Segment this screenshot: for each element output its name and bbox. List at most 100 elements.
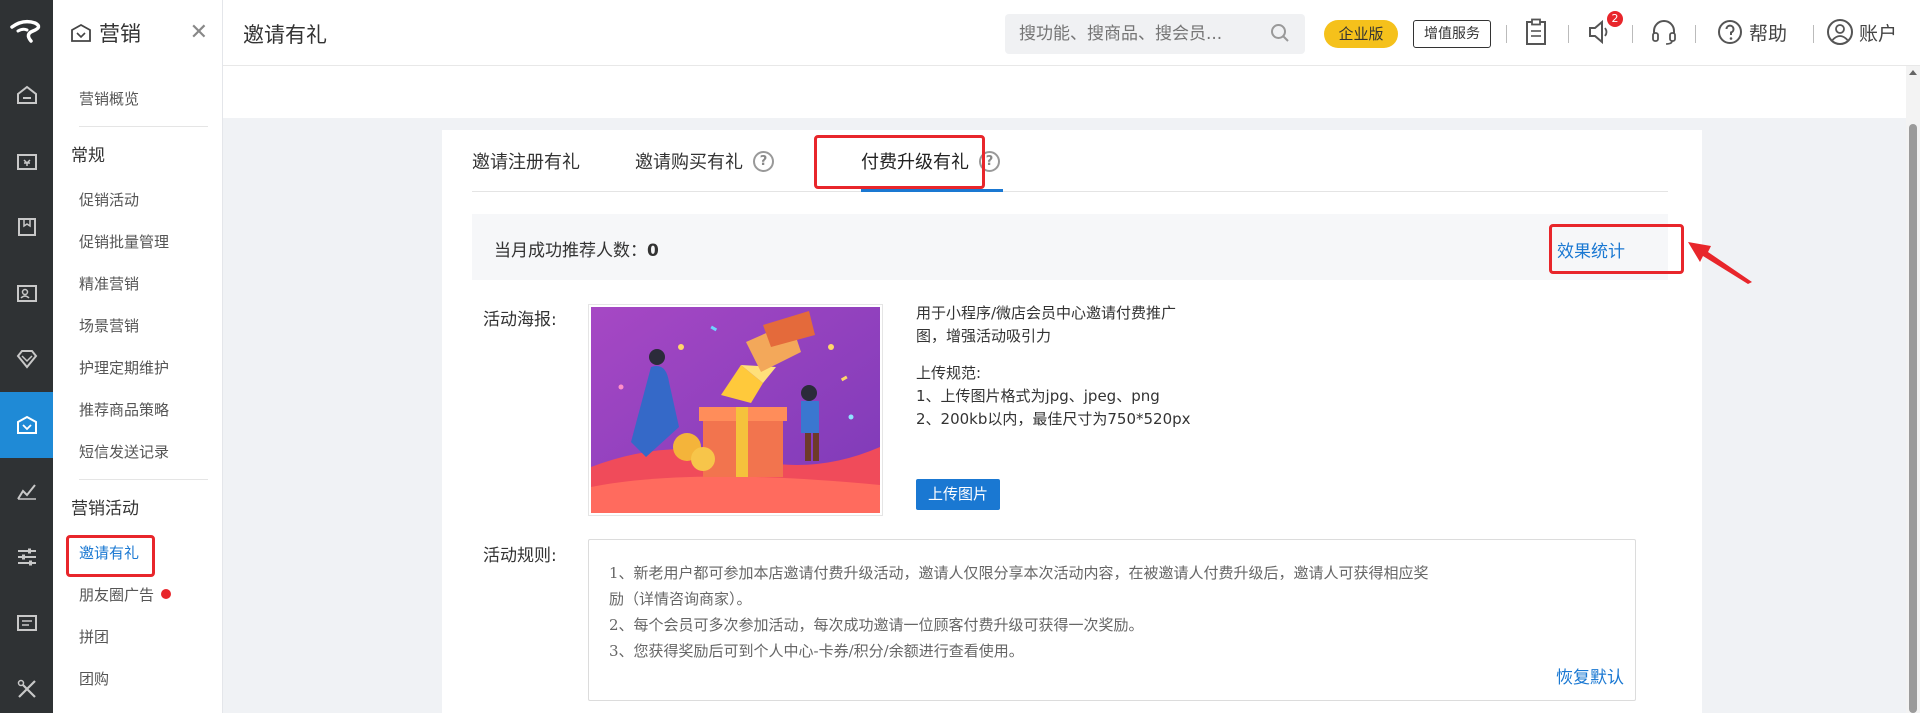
rail-marketing[interactable] [0,392,53,458]
logo-icon [9,19,40,43]
app-logo[interactable] [0,0,53,62]
highlight-box [1549,224,1684,274]
value-added-service-button[interactable]: 增值服务 [1413,20,1491,48]
rules-line: 2、每个会员可多次参加活动，每次成功邀请一位顾客付费升级可获得一次奖励。 [609,616,1144,634]
submenu-item-precision-marketing[interactable]: 精准营销 [53,263,222,305]
diamond-icon [16,350,37,369]
notification-badge: 2 [1607,11,1623,27]
rail-settings[interactable] [0,524,53,590]
rules-textarea[interactable]: 1、新老用户都可参加本店邀请付费升级活动，邀请人仅限分享本次活动内容，在被邀请人… [588,539,1636,701]
rail-tools[interactable] [0,656,53,713]
submenu-item-batch-promotion[interactable]: 促销批量管理 [53,221,222,263]
page-title: 邀请有礼 [243,23,327,47]
submenu-header: 营销 ✕ [53,0,222,66]
referral-label-text: 当月成功推荐人数： [494,241,647,261]
home-icon [16,85,37,104]
rail-vip[interactable] [0,326,53,392]
submenu-item-group-buy[interactable]: 拼团 [53,616,222,658]
content-top-band [223,66,1920,118]
search-input[interactable] [1005,14,1305,54]
tools-icon [17,679,36,698]
scroll-up-icon[interactable] [1909,70,1917,75]
question-icon[interactable]: ? [753,150,774,172]
user-icon[interactable] [1826,18,1854,46]
poster-description: 用于小程序/微店会员中心邀请付费推广 图，增强活动吸引力 上传规范: 1、上传图… [916,302,1206,431]
rail-store[interactable] [0,128,53,194]
submenu-divider [79,479,208,480]
member-card-icon [16,285,37,302]
submenu-item-team-buy[interactable]: 团购 [53,658,222,700]
submenu-item-promotion[interactable]: 促销活动 [53,179,222,221]
header-divider [1506,25,1507,43]
upload-spec-title: 上传规范: [916,364,982,382]
sliders-icon [17,548,36,566]
tab-label: 邀请注册有礼 [472,152,580,173]
submenu-item-overview[interactable]: 营销概览 [53,78,222,120]
upload-spec-item: 2、200kb以内，最佳尺寸为750*520px [916,410,1191,428]
rail-coupon[interactable] [0,590,53,656]
submenu-item-invite-gift[interactable]: 邀请有礼 [53,532,222,577]
new-dot [161,589,171,599]
header-divider [1568,25,1569,43]
rail-data[interactable] [0,458,53,524]
header-divider [1813,25,1814,43]
headset-icon[interactable] [1650,18,1678,46]
submenu-item-recommend-strategy[interactable]: 推荐商品策略 [53,389,222,431]
upload-spec-item: 1、上传图片格式为jpg、jpeg、png [916,387,1160,405]
search-icon[interactable] [1270,23,1290,43]
highlight-box [66,535,155,577]
submenu-item-sms-records[interactable]: 短信发送记录 [53,431,222,473]
submenu-group-activities: 营销活动 [71,499,139,519]
chart-icon [16,484,36,500]
marketing-icon [16,415,37,434]
poster-image[interactable] [588,304,883,516]
active-tab-indicator [861,189,1003,192]
highlight-box [814,135,985,189]
store-icon [16,154,37,170]
poster-illustration [591,307,880,513]
referral-count-label: 当月成功推荐人数：0 [494,236,659,261]
rail-goods[interactable] [0,194,53,260]
tab-invite-purchase[interactable]: 邀请购买有礼 ? [635,148,774,174]
account-link[interactable]: 账户 [1859,19,1897,46]
scrollbar-thumb[interactable] [1909,124,1917,713]
arrow-icon [1688,242,1752,284]
rail-home[interactable] [0,62,53,128]
rules-label: 活动规则: [483,546,557,566]
marketing-icon [71,23,91,42]
coupon-icon [16,615,37,631]
icon-rail [0,0,53,713]
poster-desc-line: 用于小程序/微店会员中心邀请付费推广 [916,304,1177,322]
monthly-stats-bar: 当月成功推荐人数：0 [472,214,1668,280]
submenu-item-scene-marketing[interactable]: 场景营销 [53,305,222,347]
rail-member[interactable] [0,260,53,326]
rules-line: 励（详情咨询商家）。 [609,590,752,608]
invite-tabs: 邀请注册有礼 邀请购买有礼 ? 付费升级有礼 ? [472,130,1668,192]
rules-line: 3、您获得奖励后可到个人中心-卡券/积分/余额进行查看使用。 [609,642,1024,660]
submenu-divider [79,126,208,127]
marketing-submenu: 营销 ✕ 营销概览 常规 促销活动 促销批量管理 精准营销 场景营销 护理定期维… [53,0,223,713]
clipboard-icon[interactable] [1524,18,1548,46]
top-header: 邀请有礼 企业版 增值服务 2 帮助 账户 [223,0,1920,66]
tab-label: 邀请购买有礼 [635,152,743,173]
edition-badge[interactable]: 企业版 [1324,20,1398,48]
close-icon[interactable]: ✕ [190,20,208,45]
poster-label: 活动海报: [483,310,557,330]
referral-count-value: 0 [647,241,659,261]
help-icon[interactable] [1717,18,1743,46]
submenu-item-moments-ads[interactable]: 朋友圈广告 [53,574,222,616]
submenu-item-label: 朋友圈广告 [79,586,155,604]
upload-image-button[interactable]: 上传图片 [916,479,1000,510]
tab-invite-register[interactable]: 邀请注册有礼 [472,148,580,174]
submenu-title: 营销 [99,22,141,46]
help-link[interactable]: 帮助 [1749,19,1787,46]
submenu-group-regular: 常规 [71,146,105,166]
poster-desc-line: 图，增强活动吸引力 [916,327,1052,345]
rules-line: 1、新老用户都可参加本店邀请付费升级活动，邀请人仅限分享本次活动内容，在被邀请人… [609,564,1429,582]
submenu-item-care-maintenance[interactable]: 护理定期维护 [53,347,222,389]
header-divider [1695,25,1696,43]
header-divider [1632,25,1633,43]
page-scrollbar[interactable] [1906,66,1920,713]
box-icon [17,218,36,236]
restore-default-link[interactable]: 恢复默认 [1556,663,1624,688]
